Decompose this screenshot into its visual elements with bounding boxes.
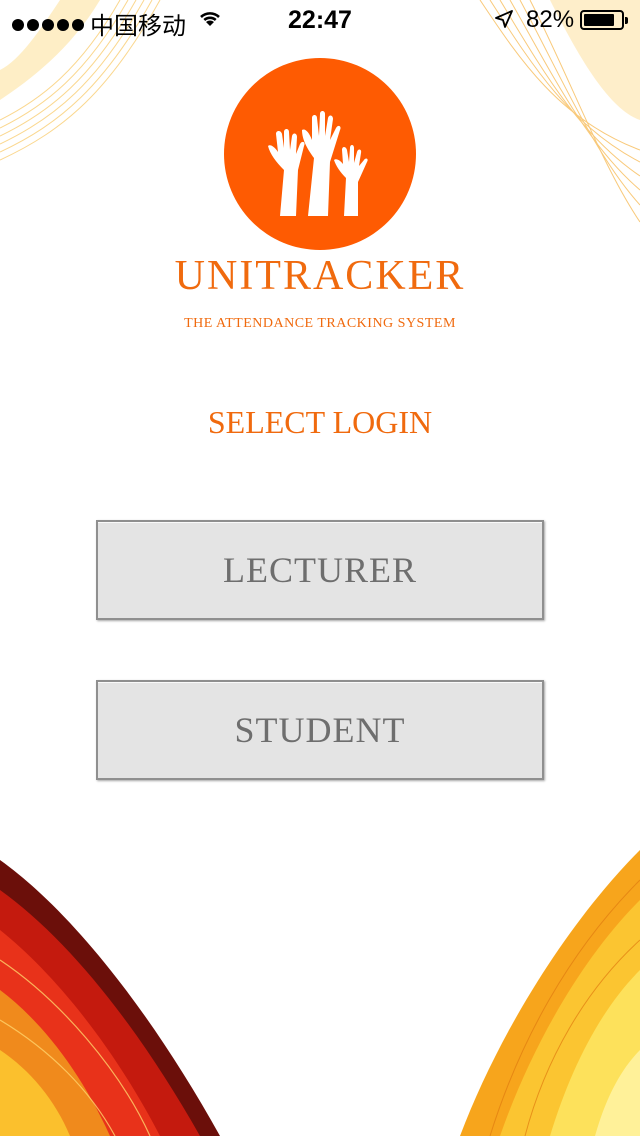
- student-login-button[interactable]: STUDENT: [96, 680, 544, 780]
- battery-percent: 82%: [526, 6, 575, 33]
- select-login-heading: SELECT LOGIN: [207, 404, 433, 440]
- battery-icon: [580, 10, 628, 30]
- raised-hands-icon: [268, 111, 368, 216]
- status-bar: 中国移动 22:47 82%: [0, 0, 640, 40]
- bottom-right-swirl-decoration: [460, 850, 640, 1136]
- app-brand-name: UNITRACKER: [174, 253, 466, 299]
- bottom-left-swirl-decoration: [0, 860, 220, 1136]
- app-tagline: THE ATTENDANCE TRACKING SYSTEM: [184, 316, 456, 331]
- lecturer-login-button[interactable]: LECTURER: [96, 520, 544, 620]
- location-arrow-icon: [495, 10, 513, 28]
- app-logo: [224, 58, 416, 250]
